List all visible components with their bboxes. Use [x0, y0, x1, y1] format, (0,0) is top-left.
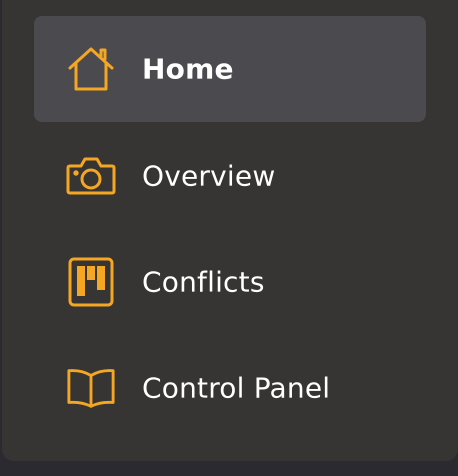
nav-item-label: Home: [142, 52, 234, 86]
open-book-icon: [66, 363, 116, 413]
nav-item-overview[interactable]: Overview: [34, 123, 426, 229]
nav-item-control-panel[interactable]: Control Panel: [34, 335, 426, 441]
nav-item-label: Control Panel: [142, 371, 331, 405]
camera-icon: [66, 151, 116, 201]
kanban-board-icon: [66, 257, 116, 307]
sidebar-nav: Home Overview Conflicts Control Panel: [2, 0, 458, 461]
nav-item-home[interactable]: Home: [34, 16, 426, 122]
nav-item-label: Conflicts: [142, 265, 265, 299]
nav-item-conflicts[interactable]: Conflicts: [34, 229, 426, 335]
nav-item-label: Overview: [142, 159, 276, 193]
home-icon: [66, 44, 116, 94]
